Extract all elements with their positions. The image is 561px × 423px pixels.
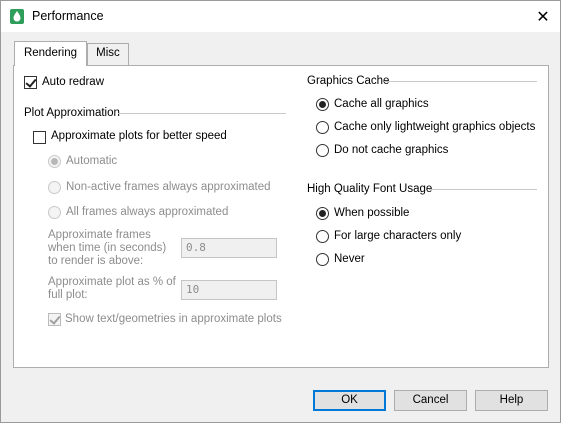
font-never-label: Never [334,253,365,265]
time-threshold-label: Approximate frames when time (in seconds… [48,229,167,267]
graphics-cache-divider [384,81,537,82]
graphics-cache-heading: Graphics Cache [307,75,390,87]
show-text-checkbox[interactable] [48,313,61,326]
font-when-possible-label: When possible [334,207,410,219]
approximate-plots-label: Approximate plots for better speed [51,130,227,142]
tab-misc[interactable]: Misc [87,43,129,65]
auto-redraw-label: Auto redraw [42,76,105,88]
auto-redraw-checkbox[interactable] [24,76,37,89]
percent-label: Approximate plot as % of full plot: [48,276,176,301]
mode-nonactive-radio[interactable] [48,181,61,194]
help-button[interactable]: Help [475,390,548,411]
tab-rendering[interactable]: Rendering [14,41,87,66]
mode-all-frames-label: All frames always approximated [66,206,229,218]
mode-nonactive-label: Non-active frames always approximated [66,181,271,193]
app-drop-icon [10,9,24,24]
font-large-chars-radio[interactable] [316,230,329,243]
font-usage-heading: High Quality Font Usage [307,183,433,195]
font-when-possible-radio[interactable] [316,207,329,220]
title-bar: Performance ✕ [1,1,560,32]
font-never-radio[interactable] [316,253,329,266]
cache-lightweight-radio[interactable] [316,121,329,134]
ok-button[interactable]: OK [313,390,386,411]
font-large-chars-label: For large characters only [334,230,462,242]
cache-lightweight-label: Cache only lightweight graphics objects [334,121,536,133]
cancel-button[interactable]: Cancel [394,390,467,411]
mode-automatic-label: Automatic [66,155,118,167]
plot-approximation-heading: Plot Approximation [24,107,120,119]
cache-none-label: Do not cache graphics [334,144,449,156]
window-title: Performance [32,9,104,23]
cache-none-radio[interactable] [316,144,329,157]
close-icon[interactable]: ✕ [526,1,560,32]
time-threshold-field[interactable]: 0.8 [181,238,277,258]
font-usage-divider [429,189,537,190]
mode-all-frames-radio[interactable] [48,206,61,219]
mode-automatic-radio[interactable] [48,155,61,168]
performance-dialog: Performance ✕ Rendering Misc Auto redraw… [0,0,561,423]
show-text-label: Show text/geometries in approximate plot… [65,313,282,325]
approximate-plots-checkbox[interactable] [33,131,46,144]
cache-all-label: Cache all graphics [334,98,429,110]
percent-field[interactable]: 10 [181,280,277,300]
cache-all-radio[interactable] [316,98,329,111]
plot-approximation-divider [118,113,286,114]
